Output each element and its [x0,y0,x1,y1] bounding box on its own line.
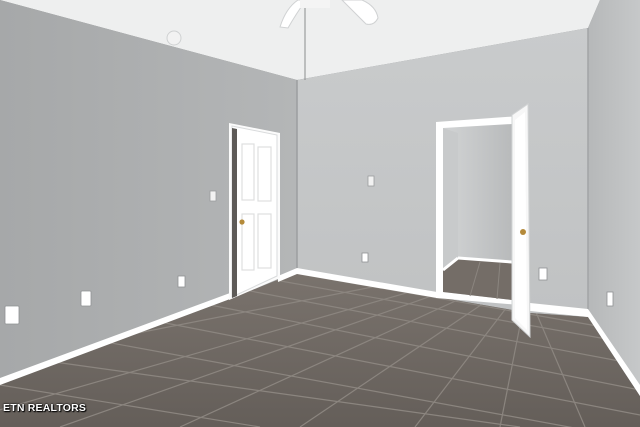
door-knob-icon[interactable] [239,219,245,225]
smoke-detector-icon [166,30,182,46]
outlet-icon [80,290,92,307]
room-illustration [0,0,640,427]
outlet-icon [538,267,548,281]
bedroom-door-left[interactable] [229,123,280,300]
closet-doorway [436,116,520,305]
light-switch-icon[interactable] [367,175,375,187]
room-photo: ETN REALTORS [0,0,640,427]
closet-door[interactable] [511,103,531,339]
outlet-icon [4,305,20,325]
watermark: ETN REALTORS [3,402,87,414]
outlet-icon [177,275,186,288]
outlet-icon [361,252,369,263]
outlet-icon [606,291,614,307]
door-knob-icon[interactable] [520,229,526,235]
light-switch-icon[interactable] [209,190,217,202]
